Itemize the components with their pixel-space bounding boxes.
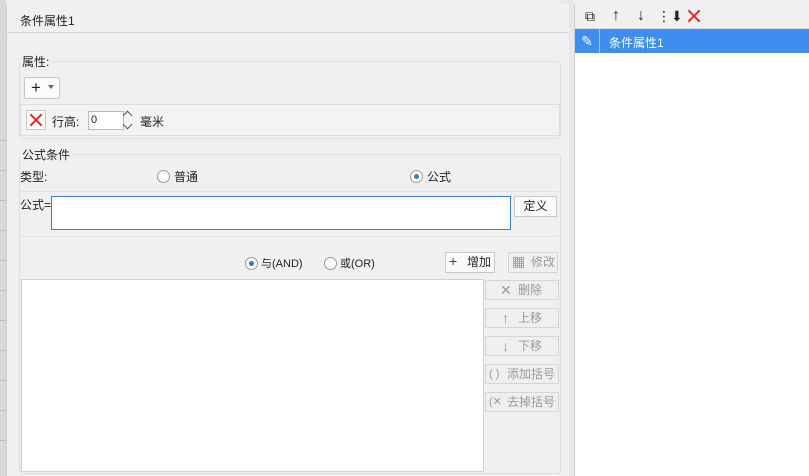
formula-condition-legend: 公式条件 bbox=[20, 146, 73, 163]
arrow-down-icon: ↓ bbox=[502, 338, 509, 354]
add-attribute-button[interactable]: + bbox=[24, 77, 60, 99]
remove-attribute-button[interactable] bbox=[26, 110, 46, 130]
row-height-value: 0 bbox=[91, 114, 98, 126]
type-normal-label[interactable]: 普通 bbox=[174, 168, 198, 185]
unit-label: 毫米 bbox=[140, 115, 165, 129]
add-bracket-label: 添加括号 bbox=[507, 367, 556, 381]
divider bbox=[20, 236, 558, 237]
formula-input[interactable] bbox=[51, 196, 511, 230]
copy-icon[interactable]: ⧉ bbox=[581, 7, 599, 25]
move-up-button[interactable]: ↑ 上移 bbox=[485, 308, 559, 328]
title-divider bbox=[7, 32, 569, 33]
dialog-title: 条件属性1 bbox=[20, 14, 75, 28]
chevron-down-icon bbox=[122, 119, 133, 130]
row-height-stepper[interactable] bbox=[122, 110, 134, 130]
type-normal-radio[interactable] bbox=[157, 170, 170, 183]
delete-icon[interactable] bbox=[685, 7, 703, 25]
close-icon bbox=[687, 9, 701, 23]
row-height-label: 行高: bbox=[52, 115, 80, 129]
move-up-label: 上移 bbox=[518, 311, 543, 325]
panel-toolbar: ⧉ ↑ ↓ ⋮⬇ bbox=[575, 4, 809, 29]
add-condition-button[interactable]: + 增加 bbox=[445, 252, 495, 273]
arrow-down-icon[interactable]: ↓ bbox=[632, 7, 650, 25]
add-condition-label: 增加 bbox=[467, 255, 492, 269]
type-label: 类型: bbox=[20, 170, 48, 184]
define-label: 定义 bbox=[523, 199, 548, 213]
close-icon: ✕ bbox=[500, 282, 512, 298]
close-icon bbox=[29, 113, 43, 127]
move-down-label: 下移 bbox=[518, 339, 543, 353]
move-down-button[interactable]: ↓ 下移 bbox=[485, 336, 559, 356]
bracket-icon: ( ) bbox=[489, 368, 500, 380]
delete-condition-button[interactable]: ✕ 删除 bbox=[485, 280, 559, 300]
move-bottom-icon[interactable]: ⋮⬇ bbox=[657, 7, 683, 25]
formula-label: 公式= bbox=[20, 198, 52, 212]
logic-and-label[interactable]: 与(AND) bbox=[261, 255, 303, 271]
add-bracket-button[interactable]: ( ) 添加括号 bbox=[485, 364, 559, 384]
plus-icon: + bbox=[449, 253, 458, 269]
plus-icon: + bbox=[31, 78, 41, 97]
type-formula-radio[interactable] bbox=[410, 170, 423, 183]
arrow-up-icon: ↑ bbox=[502, 310, 509, 326]
remove-bracket-icon: (✕ bbox=[489, 396, 502, 408]
pencil-icon[interactable]: ✎ bbox=[575, 29, 600, 53]
list-item[interactable]: ✎ 条件属性1 bbox=[575, 29, 809, 53]
type-formula-label[interactable]: 公式 bbox=[427, 168, 451, 185]
delete-condition-label: 删除 bbox=[518, 283, 543, 297]
logic-and-radio[interactable] bbox=[245, 257, 258, 270]
modify-condition-label: 修改 bbox=[531, 255, 556, 269]
arrow-up-icon[interactable]: ↑ bbox=[607, 7, 625, 25]
modify-icon: ▦ bbox=[512, 253, 526, 269]
logic-or-label[interactable]: 或(OR) bbox=[340, 255, 375, 271]
row-height-input[interactable]: 0 bbox=[88, 111, 124, 130]
logic-or-radio[interactable] bbox=[324, 257, 337, 270]
remove-bracket-label: 去掉括号 bbox=[507, 395, 556, 409]
define-button[interactable]: 定义 bbox=[514, 196, 557, 217]
modify-condition-button[interactable]: ▦ 修改 bbox=[508, 252, 558, 273]
remove-bracket-button[interactable]: (✕ 去掉括号 bbox=[485, 392, 559, 412]
list-item-label: 条件属性1 bbox=[609, 36, 664, 50]
attribute-legend: 属性: bbox=[20, 53, 52, 70]
chevron-down-icon bbox=[48, 85, 54, 89]
divider bbox=[20, 191, 558, 192]
condition-list[interactable] bbox=[21, 279, 484, 472]
condition-list-panel: ⧉ ↑ ↓ ⋮⬇ ✎ 条件属性1 bbox=[574, 4, 809, 476]
